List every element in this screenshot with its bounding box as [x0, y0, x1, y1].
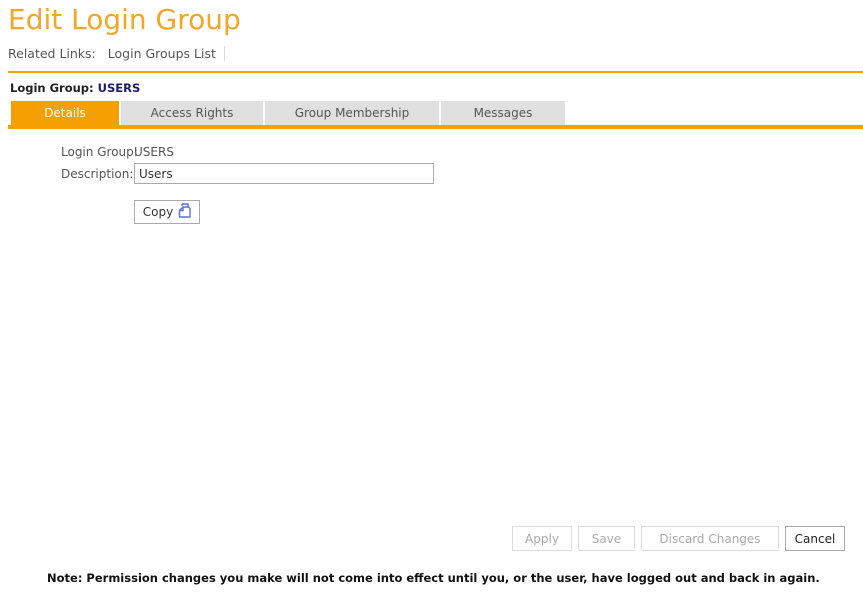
- login-group-value: USERS: [134, 145, 174, 159]
- header-divider: [8, 71, 863, 73]
- copy-icon: [178, 203, 191, 221]
- login-groups-list-link[interactable]: Login Groups List: [108, 46, 225, 61]
- description-label: Description:: [61, 167, 134, 181]
- save-button[interactable]: Save: [578, 526, 635, 551]
- login-group-context-value: USERS: [97, 81, 141, 95]
- login-group-context: Login Group: USERS: [10, 81, 140, 95]
- copy-button[interactable]: Copy: [134, 200, 200, 224]
- tab-divider: [8, 125, 863, 129]
- related-links-label: Related Links:: [8, 46, 96, 61]
- tab-messages[interactable]: Messages: [441, 101, 565, 125]
- tab-access-rights[interactable]: Access Rights: [121, 101, 263, 125]
- page-title: Edit Login Group: [8, 3, 241, 36]
- login-group-label: Login Group:: [61, 145, 138, 159]
- copy-label: Copy: [142, 205, 174, 219]
- cancel-button[interactable]: Cancel: [785, 526, 845, 551]
- description-input[interactable]: [134, 163, 434, 184]
- tab-details[interactable]: Details: [11, 101, 119, 125]
- login-group-context-label: Login Group:: [10, 81, 94, 95]
- tab-group-membership[interactable]: Group Membership: [265, 101, 439, 125]
- related-links: Related Links: Login Groups List: [8, 46, 225, 61]
- action-bar: Apply Save Discard Changes Cancel: [512, 526, 845, 551]
- discard-changes-button[interactable]: Discard Changes: [641, 526, 779, 551]
- tab-bar: Details Access Rights Group Membership M…: [11, 101, 567, 125]
- apply-button[interactable]: Apply: [512, 526, 572, 551]
- permission-note: Note: Permission changes you make will n…: [47, 571, 820, 585]
